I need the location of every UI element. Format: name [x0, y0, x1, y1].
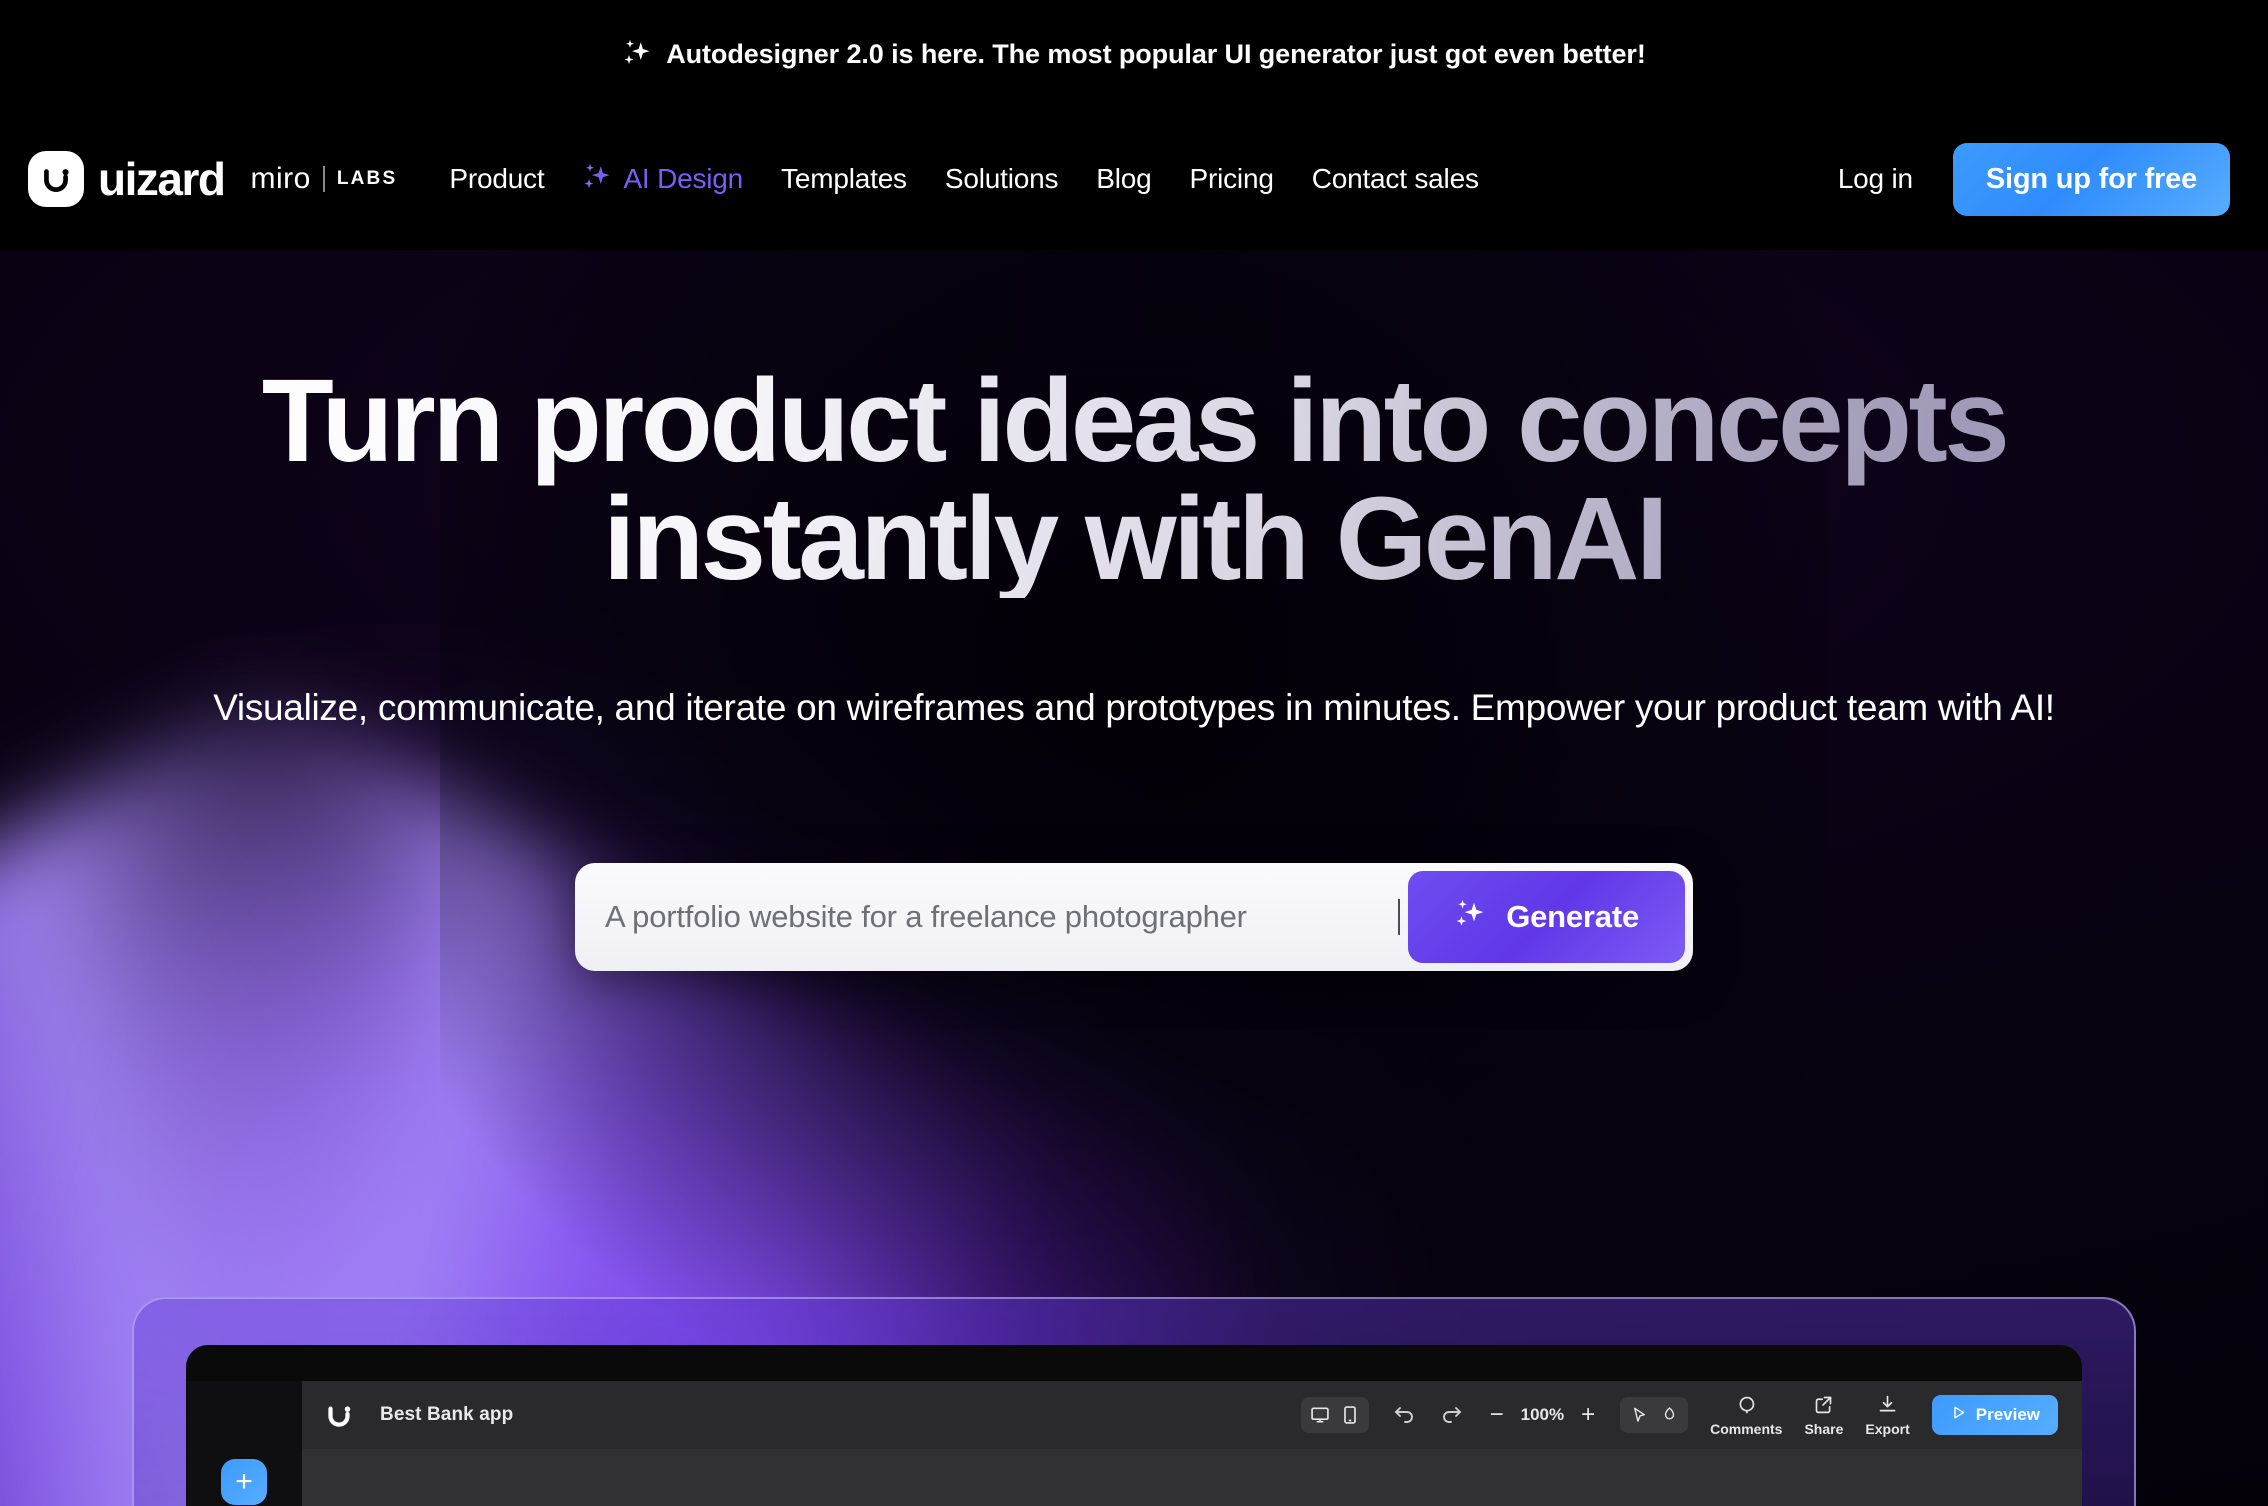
brand-divider: [322, 166, 325, 192]
undo-icon[interactable]: [1391, 1402, 1417, 1428]
nav-item-pricing[interactable]: Pricing: [1190, 163, 1274, 195]
export-label: Export: [1865, 1420, 1910, 1437]
zoom-in-button[interactable]: +: [1578, 1403, 1598, 1427]
labs-wordmark: LABS: [336, 168, 398, 189]
top-navigation: uizard miro LABS Product AI Design Templ…: [0, 108, 2268, 250]
signup-button[interactable]: Sign up for free: [1952, 142, 2230, 216]
nav-item-contact-sales[interactable]: Contact sales: [1312, 163, 1479, 195]
comment-icon: [1736, 1394, 1757, 1418]
export-button[interactable]: Export: [1865, 1394, 1910, 1437]
nav-item-ai-design-label: AI Design: [623, 163, 744, 194]
hero-subtitle: Visualize, communicate, and iterate on w…: [213, 687, 2055, 728]
sparkle-icon: [622, 37, 652, 72]
nav-item-ai-design[interactable]: AI Design: [582, 161, 743, 198]
play-icon: [1950, 1404, 1967, 1426]
uizard-logo[interactable]: uizard: [28, 151, 226, 207]
page-root: Autodesigner 2.0 is here. The most popul…: [0, 0, 2268, 1506]
brand-lockup[interactable]: uizard miro LABS: [28, 151, 397, 207]
app-mockup-screen: + Best Bank app − 100% + Comments Share …: [186, 1345, 2082, 1506]
prompt-bar: Generate: [575, 862, 1693, 971]
view-mode-toggle[interactable]: [1300, 1397, 1369, 1433]
uizard-wordmark: uizard: [98, 153, 226, 205]
share-icon: [1813, 1394, 1834, 1418]
login-link[interactable]: Log in: [1838, 163, 1913, 195]
hero-section: Turn product ideas into concepts instant…: [0, 250, 2268, 971]
page-title: Turn product ideas into concepts instant…: [159, 362, 2109, 598]
hand-tool-icon[interactable]: [1656, 1402, 1682, 1428]
nav-item-product[interactable]: Product: [449, 163, 544, 195]
generate-button[interactable]: Generate: [1408, 870, 1685, 963]
sparkle-icon: [582, 161, 612, 198]
zoom-level: 100%: [1520, 1405, 1565, 1424]
zoom-out-button[interactable]: −: [1487, 1403, 1507, 1427]
miro-labs-lockup[interactable]: miro LABS: [250, 162, 397, 196]
app-toolbar-actions: − 100% + Comments Share Export Preview: [1300, 1394, 2058, 1437]
mobile-view-icon[interactable]: [1337, 1402, 1363, 1428]
comments-label: Comments: [1710, 1420, 1783, 1437]
comments-button[interactable]: Comments: [1710, 1394, 1782, 1437]
app-canvas[interactable]: [302, 1449, 2082, 1506]
generate-button-label: Generate: [1506, 898, 1639, 934]
share-button[interactable]: Share: [1804, 1394, 1843, 1437]
share-label: Share: [1804, 1420, 1844, 1437]
nav-links: Product AI Design Templates Solutions Bl…: [449, 161, 1479, 198]
desktop-view-icon[interactable]: [1307, 1402, 1333, 1428]
add-screen-button[interactable]: +: [221, 1459, 267, 1505]
uizard-smile-icon: [322, 1398, 356, 1432]
download-icon: [1877, 1394, 1898, 1418]
nav-item-solutions[interactable]: Solutions: [945, 163, 1059, 195]
cursor-tool-icon[interactable]: [1626, 1402, 1652, 1428]
preview-label: Preview: [1975, 1405, 2040, 1424]
announcement-banner[interactable]: Autodesigner 2.0 is here. The most popul…: [0, 0, 2268, 108]
nav-item-templates[interactable]: Templates: [781, 163, 907, 195]
zoom-controls: − 100% +: [1487, 1403, 1598, 1427]
nav-item-blog[interactable]: Blog: [1096, 163, 1151, 195]
app-sidebar: +: [186, 1381, 302, 1506]
pointer-tool-toggle[interactable]: [1620, 1397, 1689, 1433]
prompt-input[interactable]: [583, 876, 1399, 957]
text-caret: [1398, 898, 1401, 935]
redo-icon[interactable]: [1439, 1402, 1465, 1428]
app-toolbar: Best Bank app − 100% + Comments Share Ex…: [302, 1381, 2082, 1449]
miro-wordmark: miro: [250, 162, 311, 195]
announcement-text: Autodesigner 2.0 is here. The most popul…: [666, 38, 1646, 69]
preview-button[interactable]: Preview: [1931, 1395, 2058, 1435]
app-project-title: Best Bank app: [380, 1404, 514, 1425]
sparkle-icon: [1454, 897, 1486, 937]
nav-actions: Log in Sign up for free: [1838, 142, 2230, 216]
uizard-smile-icon: [28, 151, 84, 207]
app-mockup-frame: + Best Bank app − 100% + Comments Share …: [132, 1297, 2136, 1506]
